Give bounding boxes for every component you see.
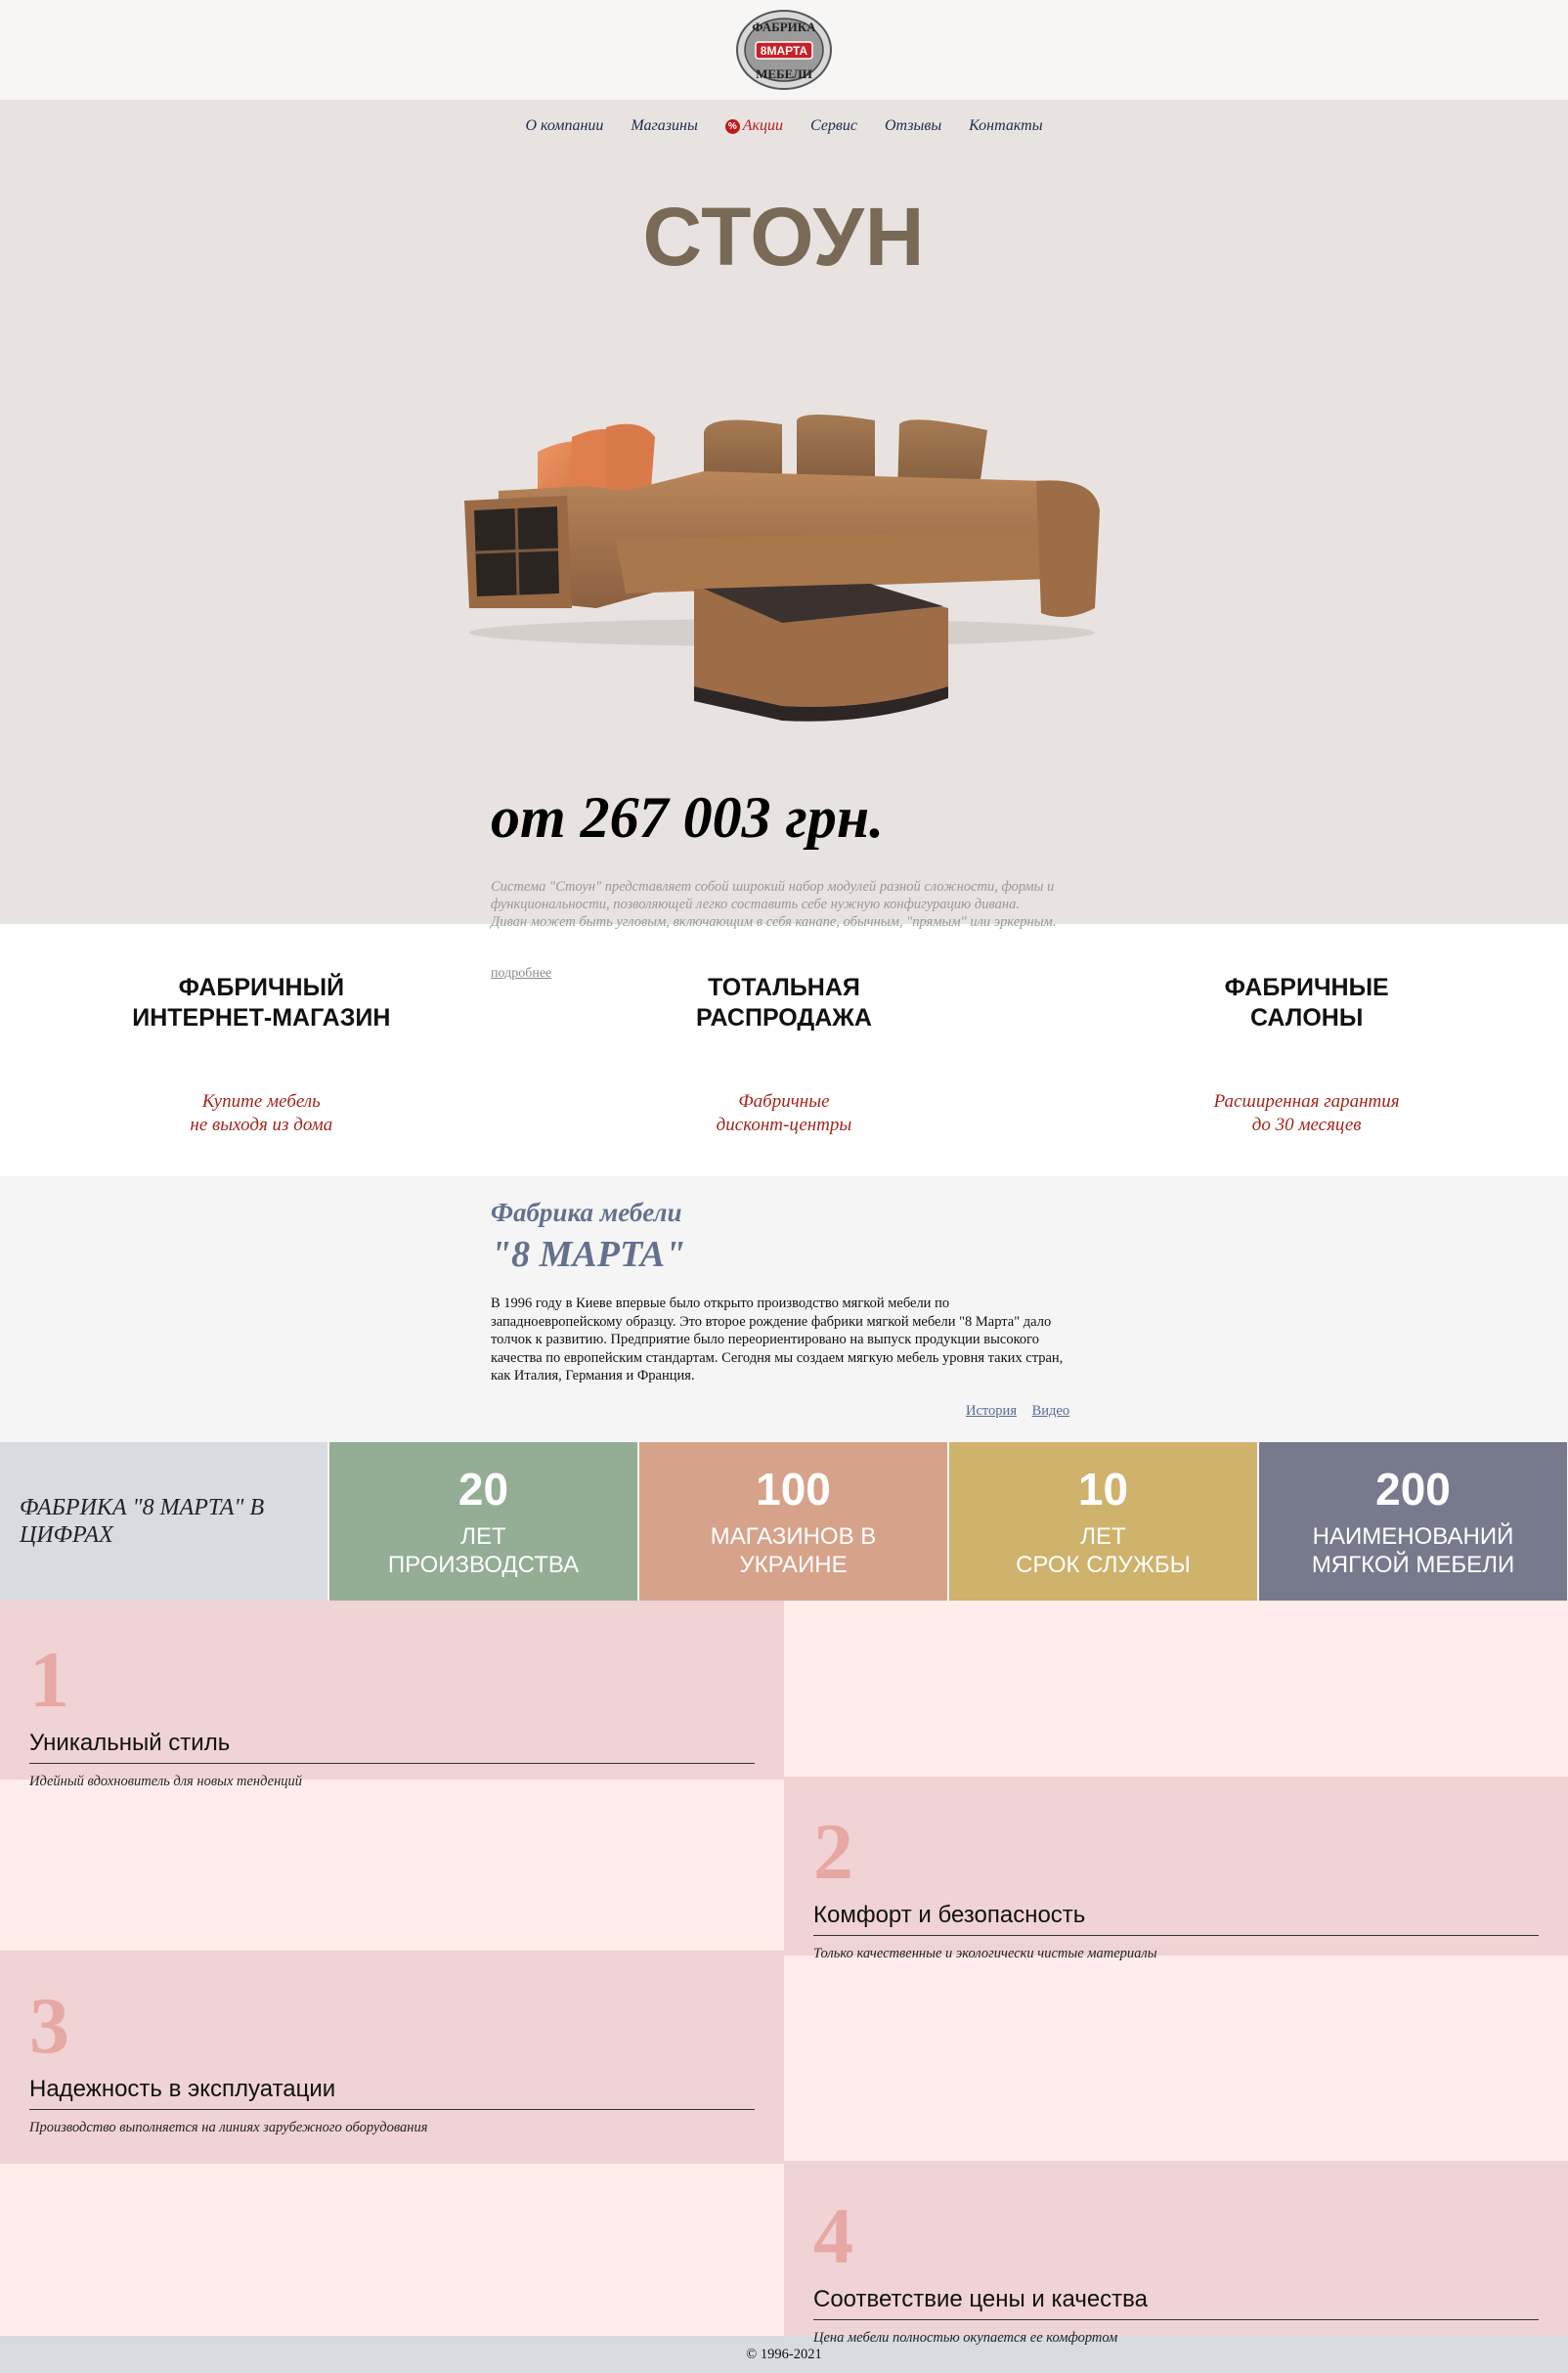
percent-icon: % <box>724 118 740 134</box>
logo-mid-text: 8МАРТА <box>761 44 808 58</box>
stat-service-life: 10 ЛЕТ СРОК СЛУЖБЫ <box>949 1442 1257 1601</box>
value-number: 3 <box>29 1981 69 2070</box>
value-title: Соответствие цены и качества <box>813 2286 1539 2320</box>
nav-item-stores[interactable]: Магазины <box>631 117 697 135</box>
stat-label: ЛЕТ СРОК СЛУЖБЫ <box>1016 1523 1191 1578</box>
nav-item-promotions[interactable]: % Акции <box>724 117 784 135</box>
feature-online-store[interactable]: ФАБРИЧНЫЙ ИНТЕРНЕТ-МАГАЗИН Купите мебель… <box>56 973 466 1176</box>
history-link[interactable]: История <box>966 1403 1017 1419</box>
value-subtitle: Только качественные и экологически чисты… <box>813 1946 1157 1961</box>
sofa-image[interactable] <box>459 413 1105 735</box>
hero-description: Система "Стоун" представляет собой широк… <box>491 879 1057 930</box>
value-subtitle: Производство выполняется на линиях заруб… <box>29 2120 428 2135</box>
stats-heading: ФАБРИКА "8 МАРТА" В ЦИФРАХ <box>20 1495 265 1548</box>
value-block-2: 2 Комфорт и безопасность Только качестве… <box>784 1777 1568 1961</box>
stat-label: ЛЕТ ПРОИЗВОДСТВА <box>387 1523 580 1578</box>
stat-products: 200 НАИМЕНОВАНИЙ МЯГКОЙ МЕБЕЛИ <box>1259 1442 1567 1601</box>
feature-subtitle: Фабричные дисконт-центры <box>716 1091 852 1135</box>
value-block-4: 4 Соответствие цены и качества Цена мебе… <box>784 2161 1568 2346</box>
stat-label: НАИМЕНОВАНИЙ МЯГКОЙ МЕБЕЛИ <box>1311 1523 1515 1578</box>
video-link[interactable]: Видео <box>1032 1403 1070 1419</box>
nav-item-contacts[interactable]: Контакты <box>969 117 1042 135</box>
value-block-3: 3 Надежность в эксплуатации Производство… <box>0 1951 784 2164</box>
factory-logo[interactable]: ФАБРИКА 8МАРТА МЕБЕЛИ <box>734 6 834 94</box>
logo-bottom-text: МЕБЕЛИ <box>756 66 812 81</box>
stats-section: ФАБРИКА "8 МАРТА" В ЦИФРАХ 20 ЛЕТ ПРОИЗВ… <box>0 1442 1568 1601</box>
stats-heading-block: ФАБРИКА "8 МАРТА" В ЦИФРАХ <box>0 1442 327 1601</box>
value-subtitle: Идейный вдохновитель для новых тенденций <box>29 1774 303 1789</box>
stat-stores: 100 МАГАЗИНОВ В УКРАИНЕ <box>639 1442 947 1601</box>
feature-factory-salons[interactable]: ФАБРИЧНЫЕ САЛОНЫ Расширенная гарантия до… <box>1102 973 1512 1176</box>
about-brand-title: "8 МАРТА" <box>491 1234 686 1275</box>
features-section: ФАБРИЧНЫЙ ИНТЕРНЕТ-МАГАЗИН Купите мебель… <box>0 924 1568 1176</box>
value-title: Комфорт и безопасность <box>813 1902 1539 1936</box>
feature-title: ФАБРИЧНЫЙ ИНТЕРНЕТ-МАГАЗИН <box>132 974 391 1032</box>
value-subtitle: Цена мебели полностью окупается ее комфо… <box>813 2330 1118 2346</box>
value-number: 2 <box>813 1807 853 1896</box>
nav-item-service[interactable]: Сервис <box>810 117 857 135</box>
stat-number: 10 <box>1077 1464 1129 1515</box>
feature-total-sale[interactable]: ТОТАЛЬНАЯ РАСПРОДАЖА Фабричные дисконт-ц… <box>579 973 989 1176</box>
feature-subtitle: Купите мебель не выходя из дома <box>190 1091 333 1135</box>
stat-number: 200 <box>1375 1464 1451 1515</box>
about-section: Фабрика мебели "8 МАРТА" В 1996 году в К… <box>0 1176 1568 1442</box>
stat-years-production: 20 ЛЕТ ПРОИЗВОДСТВА <box>329 1442 637 1601</box>
logo-top-text: ФАБРИКА <box>752 20 816 34</box>
stat-label: МАГАЗИНОВ В УКРАИНЕ <box>710 1523 877 1578</box>
feature-title: ТОТАЛЬНАЯ РАСПРОДАЖА <box>696 974 872 1032</box>
value-block-1: 1 Уникальный стиль Идейный вдохновитель … <box>0 1601 784 1789</box>
hero-price: от 267 003 грн. <box>491 785 885 850</box>
values-section: 1 Уникальный стиль Идейный вдохновитель … <box>0 1601 1568 2346</box>
about-title: Фабрика мебели <box>491 1198 682 1227</box>
feature-title: ФАБРИЧНЫЕ САЛОНЫ <box>1224 974 1389 1032</box>
value-title: Уникальный стиль <box>29 1730 755 1764</box>
about-text: В 1996 году в Киеве впервые было открыто… <box>491 1296 1064 1384</box>
nav-item-about[interactable]: О компании <box>525 117 603 135</box>
site-header: ФАБРИКА 8МАРТА МЕБЕЛИ <box>0 0 1568 100</box>
main-nav: О компании Магазины % Акции Сервис Отзыв… <box>0 100 1568 135</box>
nav-item-reviews[interactable]: Отзывы <box>885 117 941 135</box>
nav-item-promotions-label: Акции <box>742 117 784 134</box>
value-number: 4 <box>813 2191 853 2280</box>
hero-title: СТОУН <box>642 191 926 283</box>
copyright-text: © 1996-2021 <box>746 2346 822 2362</box>
value-title: Надежность в эксплуатации <box>29 2076 755 2110</box>
about-links: История Видео <box>966 1403 1081 1420</box>
more-link[interactable]: подробнее <box>491 966 551 982</box>
stat-number: 100 <box>756 1464 831 1515</box>
hero-section: О компании Магазины % Акции Сервис Отзыв… <box>0 100 1568 981</box>
feature-subtitle: Расширенная гарантия до 30 месяцев <box>1213 1091 1400 1135</box>
value-number: 1 <box>29 1635 69 1724</box>
stat-number: 20 <box>457 1464 509 1515</box>
